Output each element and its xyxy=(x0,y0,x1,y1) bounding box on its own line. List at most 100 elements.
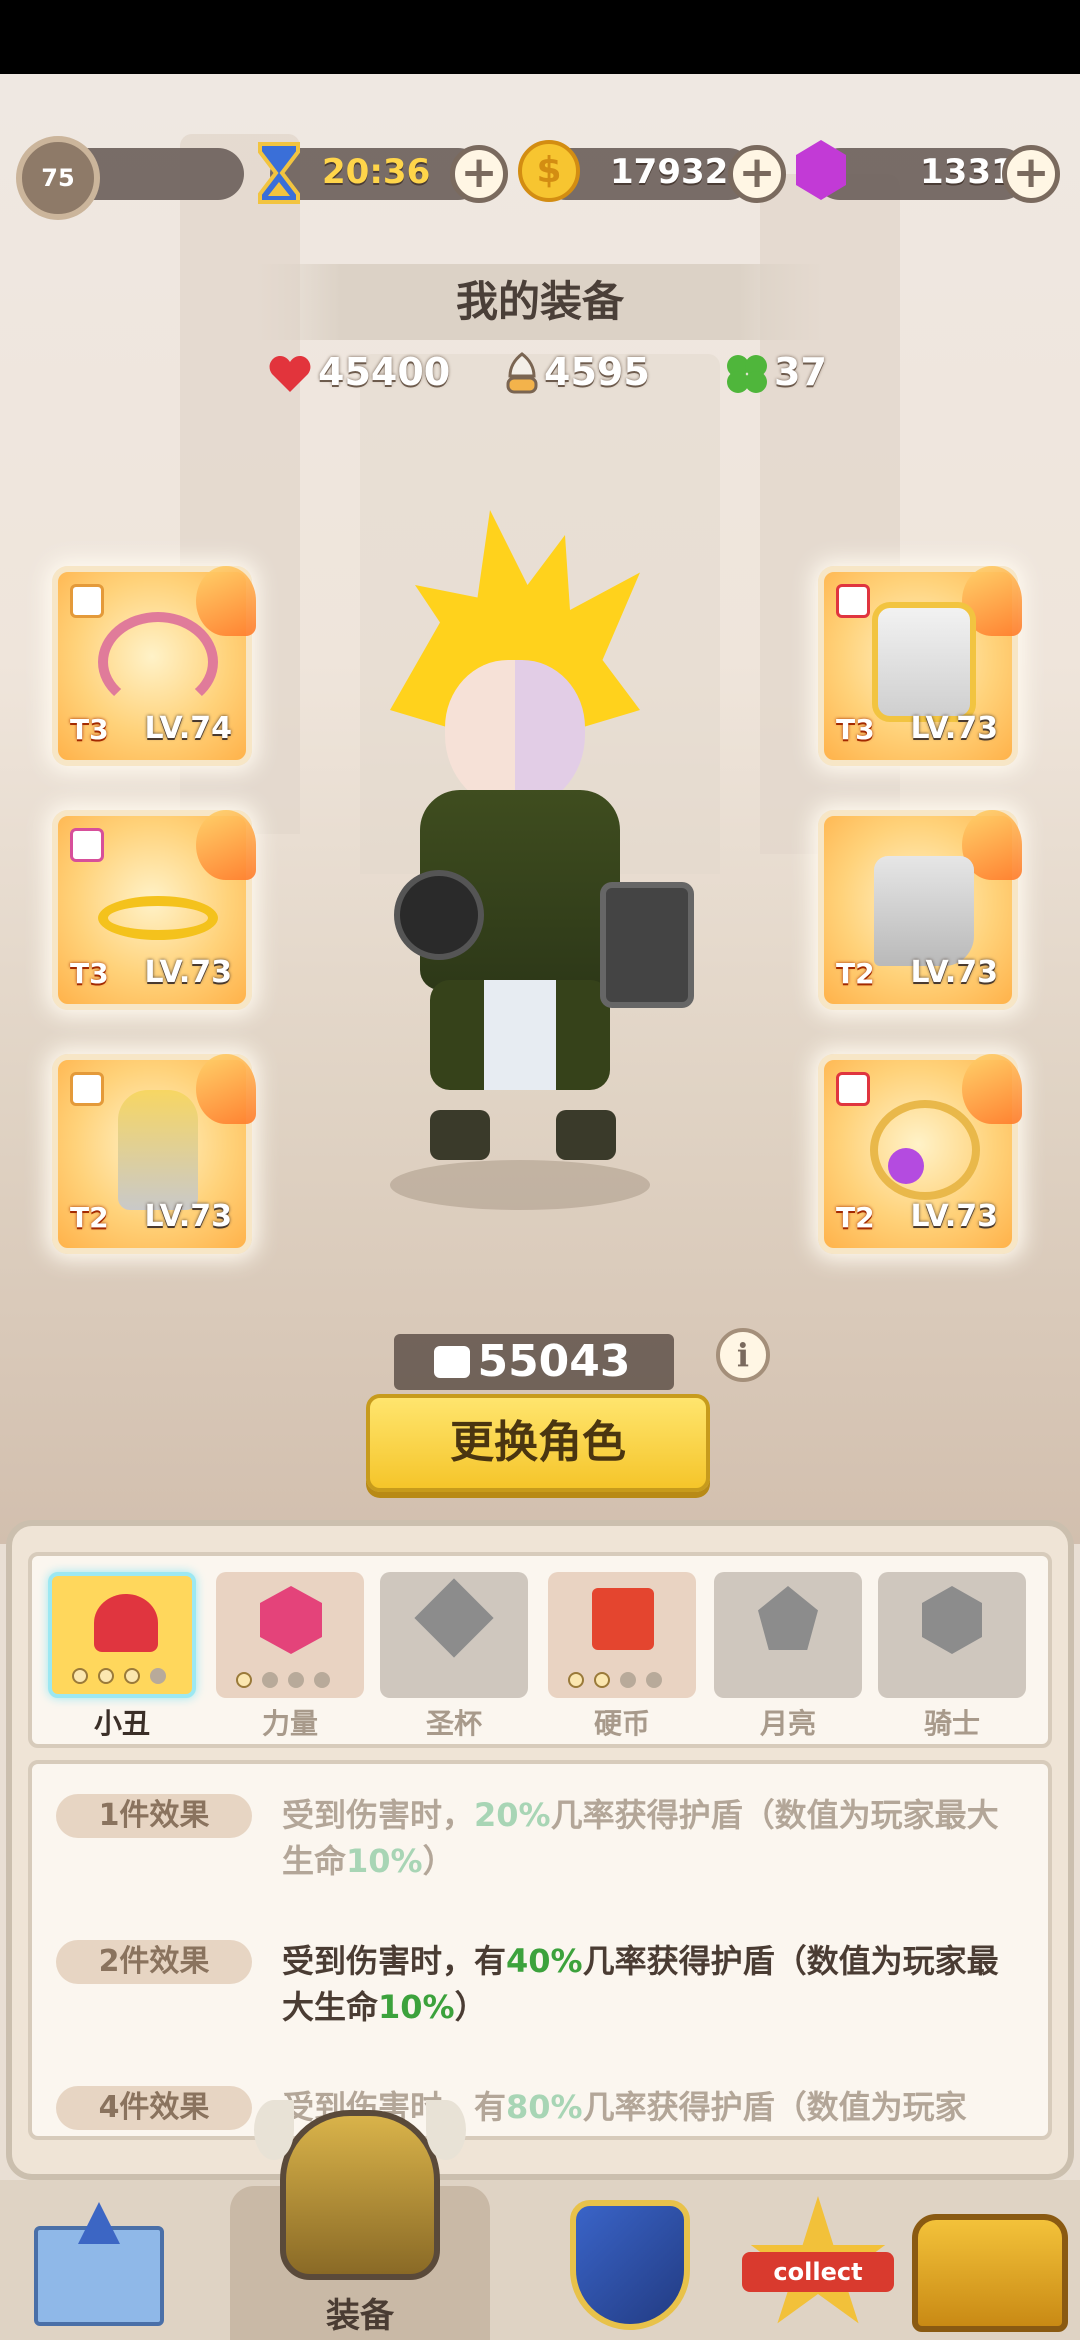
amulet-icon xyxy=(870,1100,980,1200)
title-plaque: 我的装备 xyxy=(256,264,824,340)
grail-icon xyxy=(414,1578,494,1658)
slot-type-icon xyxy=(836,584,870,618)
page-title: 我的装备 xyxy=(455,277,624,326)
slot-type-icon xyxy=(70,828,104,862)
character-face xyxy=(445,660,585,810)
item-level: LV.73 xyxy=(910,711,998,746)
equipment-slot-left-3[interactable]: T2 LV.73 xyxy=(52,1054,256,1254)
effect-description: 受到伤害时，20%几率获得护盾（数值为玩家最大生命10%） xyxy=(282,1796,999,1880)
character-legs xyxy=(430,980,610,1090)
slot-type-icon xyxy=(70,584,104,618)
heart-icon xyxy=(268,354,312,394)
nav-castle-button[interactable] xyxy=(14,2186,214,2336)
nav-collect-button[interactable]: collect xyxy=(728,2186,928,2336)
character-hammer-arm xyxy=(600,882,694,1008)
effect-tag: 4件效果 xyxy=(56,2086,252,2130)
strength-icon xyxy=(260,1586,322,1654)
info-button[interactable]: i xyxy=(716,1328,770,1382)
set-tab-label: 月亮 xyxy=(759,1707,816,1740)
item-tier: T2 xyxy=(70,1201,109,1234)
set-progress xyxy=(72,1668,166,1684)
nav-equipment-label: 装备 xyxy=(326,2296,394,2336)
shield-sword-icon xyxy=(570,2200,690,2330)
coin-icon: $ xyxy=(518,140,580,202)
equipment-slot-left-1[interactable]: T3 LV.74 xyxy=(52,566,256,766)
add-energy-button[interactable]: + xyxy=(450,145,508,203)
equipment-slot-left-2[interactable]: T3 LV.73 xyxy=(52,810,256,1010)
slot-type-icon xyxy=(836,1072,870,1106)
nav-chest-button[interactable] xyxy=(906,2186,1080,2336)
character-right-boot xyxy=(556,1110,616,1160)
set-tab-label: 骑士 xyxy=(923,1707,980,1740)
coins-count: 17932 xyxy=(610,152,729,192)
add-coins-button[interactable]: + xyxy=(728,145,786,203)
set-tab-moon[interactable] xyxy=(714,1572,862,1698)
set-tab-grail[interactable] xyxy=(380,1572,528,1698)
clover-icon xyxy=(722,350,772,398)
bow-icon xyxy=(98,612,218,712)
effect-description: 受到伤害时，有40%几率获得护盾（数值为玩家最大生命10%） xyxy=(282,1942,999,2026)
fist-icon xyxy=(434,1346,470,1378)
character-left-boot xyxy=(430,1110,490,1160)
hp-value: 45400 xyxy=(318,350,451,394)
chest-armor-icon xyxy=(872,602,976,722)
add-gems-button[interactable]: + xyxy=(1002,145,1060,203)
attack-icon xyxy=(504,352,540,396)
equipment-slot-right-2[interactable]: T2 LV.73 xyxy=(818,810,1022,1010)
boots-icon xyxy=(874,856,974,966)
helmet-icon xyxy=(280,2110,440,2280)
equipment-slot-right-1[interactable]: T3 LV.73 xyxy=(818,566,1022,766)
flame-decoration xyxy=(962,1054,1022,1124)
set-tab-knight[interactable] xyxy=(878,1572,1026,1698)
set-progress xyxy=(236,1672,330,1688)
character-shadow xyxy=(390,1160,650,1210)
collect-ribbon: collect xyxy=(742,2252,894,2292)
flame-decoration xyxy=(196,566,256,636)
set-effects-list[interactable]: 1件效果 受到伤害时，20%几率获得护盾（数值为玩家最大生命10%） 2件效果 … xyxy=(28,1760,1052,2140)
set-tab-coin[interactable] xyxy=(548,1572,696,1698)
nav-battle-button[interactable] xyxy=(540,2186,740,2336)
gauntlet-icon xyxy=(118,1090,198,1210)
effect-tag: 2件效果 xyxy=(56,1940,252,1984)
luck-value: 37 xyxy=(774,350,827,394)
player-level-badge[interactable]: 75 xyxy=(16,136,100,220)
hourglass-icon xyxy=(252,140,306,206)
item-level: LV.73 xyxy=(144,955,232,990)
treasure-chest-icon xyxy=(912,2214,1068,2332)
set-tab-label: 力量 xyxy=(261,1707,318,1740)
set-tab-label: 圣杯 xyxy=(425,1707,482,1740)
item-level: LV.73 xyxy=(910,955,998,990)
item-level: LV.73 xyxy=(144,1199,232,1234)
knight-icon xyxy=(922,1586,982,1654)
set-tab-label: 小丑 xyxy=(93,1707,150,1740)
energy-timer: 20:36 xyxy=(322,152,431,192)
item-tier: T3 xyxy=(70,713,109,746)
item-level: LV.74 xyxy=(144,711,232,746)
power-box: 55043 xyxy=(394,1334,674,1390)
swap-character-button[interactable]: 更换角色 xyxy=(366,1394,710,1492)
clown-icon xyxy=(94,1594,158,1652)
flame-decoration xyxy=(196,810,256,880)
effect-tag: 1件效果 xyxy=(56,1794,252,1838)
status-bar xyxy=(0,0,1080,74)
attack-value: 4595 xyxy=(544,350,650,394)
item-tier: T3 xyxy=(836,713,875,746)
swap-character-label: 更换角色 xyxy=(450,1417,626,1468)
item-tier: T2 xyxy=(836,1201,875,1234)
flame-decoration xyxy=(196,1054,256,1124)
set-tab-label: 硬币 xyxy=(593,1707,650,1740)
coin-set-icon xyxy=(592,1588,654,1650)
player-level: 75 xyxy=(41,164,75,192)
item-level: LV.73 xyxy=(910,1199,998,1234)
equipment-slot-right-3[interactable]: T2 LV.73 xyxy=(818,1054,1022,1254)
winged-ring-icon xyxy=(98,896,218,940)
set-tab-strength[interactable] xyxy=(216,1572,364,1698)
item-tier: T2 xyxy=(836,957,875,990)
item-tier: T3 xyxy=(70,957,109,990)
nav-equipment-button[interactable] xyxy=(254,2090,466,2280)
slot-type-icon xyxy=(70,1072,104,1106)
gems-count: 1331 xyxy=(920,152,1015,192)
character-left-glove xyxy=(394,870,484,960)
set-tab-clown[interactable] xyxy=(48,1572,196,1698)
set-progress xyxy=(568,1672,662,1688)
